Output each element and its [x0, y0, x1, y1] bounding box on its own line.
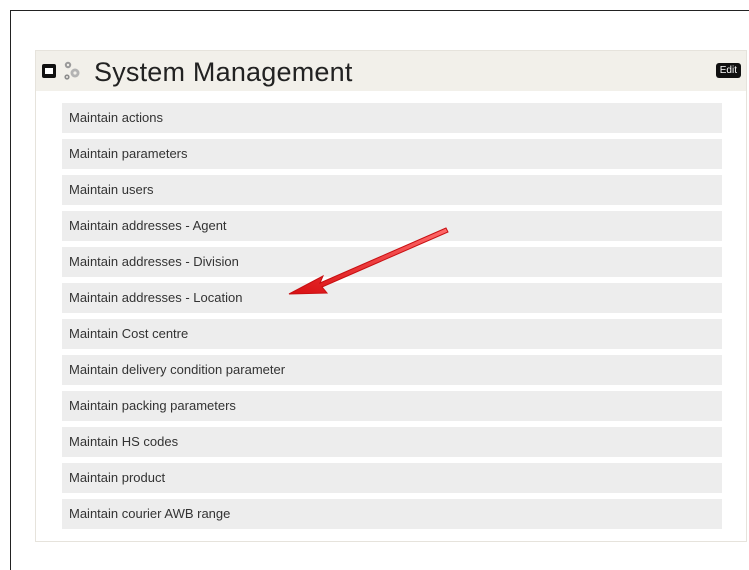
collapse-icon[interactable] — [42, 64, 56, 78]
page-title: System Management — [94, 57, 353, 87]
menu-item-maintain-addresses-division[interactable]: Maintain addresses - Division — [62, 247, 722, 277]
menu-item-maintain-hs-codes[interactable]: Maintain HS codes — [62, 427, 722, 457]
menu-item-maintain-courier-awb-range[interactable]: Maintain courier AWB range — [62, 499, 722, 529]
menu-item-maintain-parameters[interactable]: Maintain parameters — [62, 139, 722, 169]
menu-item-maintain-addresses-agent[interactable]: Maintain addresses - Agent — [62, 211, 722, 241]
system-management-panel: System Management Edit Maintain actions … — [35, 50, 747, 542]
panel-header: System Management Edit — [36, 51, 746, 91]
menu-item-maintain-users[interactable]: Maintain users — [62, 175, 722, 205]
edit-button[interactable]: Edit — [715, 63, 741, 78]
gear-icon — [64, 61, 80, 80]
menu-list: Maintain actions Maintain parameters Mai… — [62, 103, 722, 535]
menu-item-maintain-delivery-condition-parameter[interactable]: Maintain delivery condition parameter — [62, 355, 722, 385]
menu-item-maintain-addresses-location[interactable]: Maintain addresses - Location — [62, 283, 722, 313]
menu-item-maintain-actions[interactable]: Maintain actions — [62, 103, 722, 133]
menu-item-maintain-packing-parameters[interactable]: Maintain packing parameters — [62, 391, 722, 421]
menu-item-maintain-product[interactable]: Maintain product — [62, 463, 722, 493]
menu-item-maintain-cost-centre[interactable]: Maintain Cost centre — [62, 319, 722, 349]
